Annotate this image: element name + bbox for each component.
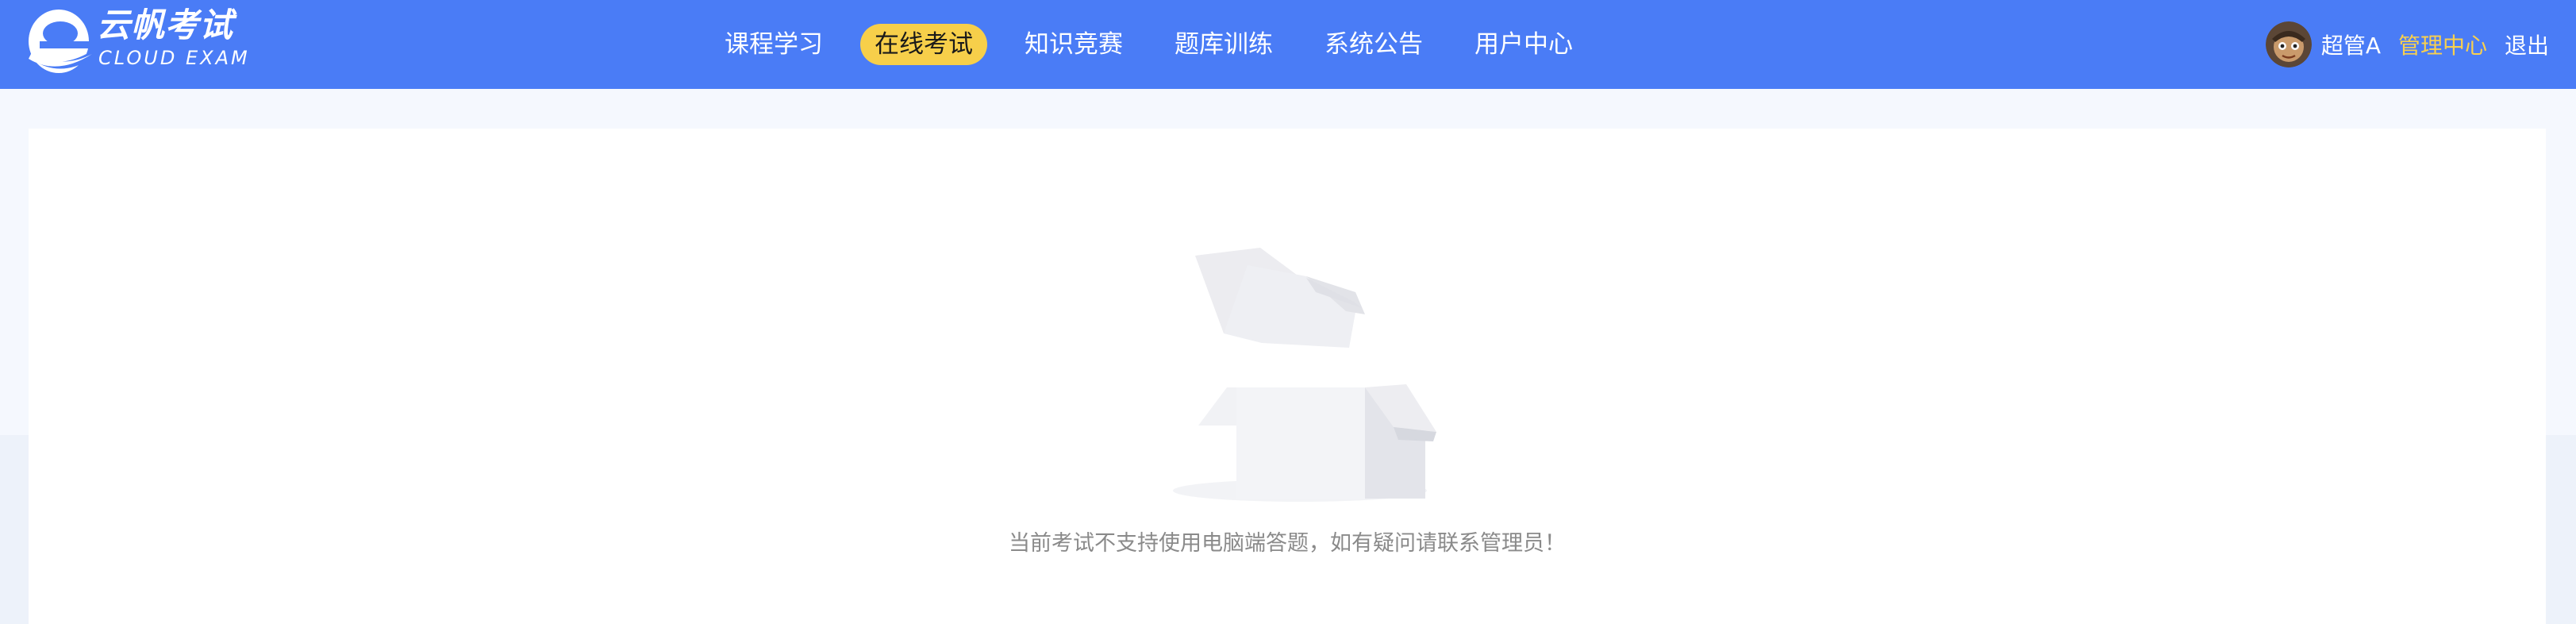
nav-item-announcements[interactable]: 系统公告	[1310, 24, 1437, 65]
nav-item-online-exam[interactable]: 在线考试	[860, 24, 987, 65]
nav-item-knowledge-contest[interactable]: 知识竞赛	[1010, 24, 1137, 65]
nav-item-courses[interactable]: 课程学习	[710, 24, 837, 65]
nav-item-user-center[interactable]: 用户中心	[1460, 24, 1587, 65]
avatar[interactable]	[2265, 21, 2312, 67]
content-card: 当前考试不支持使用电脑端答题，如有疑问请联系管理员！	[29, 129, 2546, 624]
logo-subtitle: CLOUD EXAM	[98, 47, 250, 69]
nav-item-question-bank[interactable]: 题库训练	[1160, 24, 1287, 65]
empty-state-message: 当前考试不支持使用电脑端答题，如有疑问请联系管理员！	[1009, 531, 1566, 556]
main-nav: 课程学习 在线考试 知识竞赛 题库训练 系统公告 用户中心	[710, 0, 1587, 89]
logo-title: 云帆考试	[97, 6, 234, 44]
site-logo[interactable]: 云帆考试 CLOUD EXAM	[25, 3, 248, 79]
logout-link[interactable]: 退出	[2505, 29, 2549, 60]
logo-e-icon	[29, 10, 92, 73]
user-area: 超管A 管理中心 退出	[2265, 0, 2549, 89]
admin-center-link[interactable]: 管理中心	[2398, 29, 2487, 60]
username: 超管A	[2320, 33, 2381, 59]
top-navigation-bar: 云帆考试 CLOUD EXAM 课程学习 在线考试 知识竞赛 题库训练 系统公告…	[0, 0, 2576, 89]
empty-box-icon	[1173, 248, 1436, 502]
user-avatar-icon	[2265, 21, 2312, 67]
